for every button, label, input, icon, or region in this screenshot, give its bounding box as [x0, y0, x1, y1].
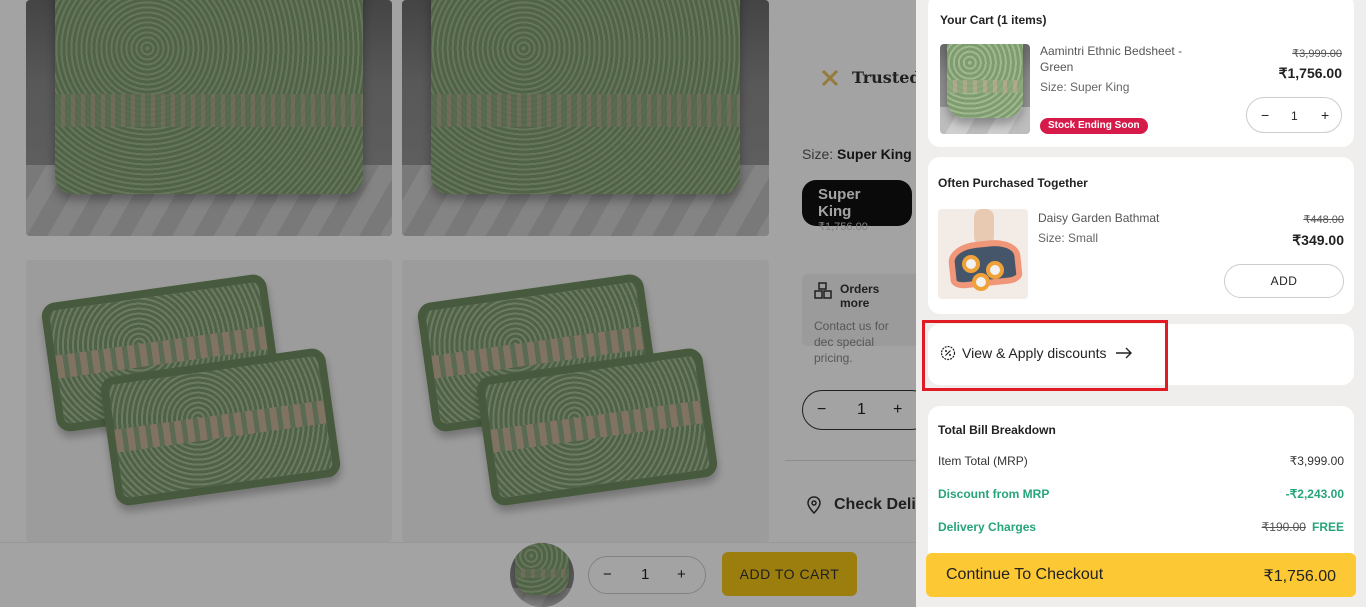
bill-row-value: ₹3,999.00 — [1289, 454, 1344, 468]
minus-icon[interactable]: − — [1261, 107, 1269, 123]
bill-row-delivery: Delivery Charges ₹190.00 FREE — [938, 520, 1344, 534]
upsell-item-price-old: ₹448.00 — [1303, 214, 1344, 226]
cart-item-image[interactable] — [940, 44, 1030, 134]
bill-title: Total Bill Breakdown — [938, 423, 1056, 437]
cart-item-quantity-stepper[interactable]: − 1 + — [1246, 97, 1342, 133]
checkout-total: ₹1,756.00 — [1263, 568, 1336, 585]
upsell-add-button[interactable]: ADD — [1224, 264, 1344, 298]
bill-row-label: Discount from MRP — [938, 487, 1050, 501]
upsell-item-name[interactable]: Daisy Garden Bathmat — [1038, 210, 1159, 226]
cart-item-size: Size: Super King — [1040, 80, 1130, 94]
often-purchased-card: Often Purchased Together Daisy Garden Ba… — [928, 157, 1354, 314]
bill-row-value: -₹2,243.00 — [1285, 487, 1344, 501]
highlight-box — [922, 320, 1168, 391]
continue-to-checkout-button[interactable]: Continue To Checkout ₹1,756.00 — [926, 553, 1356, 597]
upsell-item-image[interactable] — [938, 209, 1028, 299]
cart-title: Your Cart (1 items) — [940, 13, 1047, 27]
cart-item-price: ₹1,756.00 — [1278, 65, 1342, 81]
cart-item-quantity: 1 — [1291, 109, 1298, 123]
bill-row-discount: Discount from MRP -₹2,243.00 — [938, 487, 1344, 501]
cart-item-price-old: ₹3,999.00 — [1292, 48, 1342, 60]
checkout-label: Continue To Checkout — [946, 566, 1104, 583]
delivery-free-label: FREE — [1311, 520, 1344, 534]
stock-ending-badge: Stock Ending Soon — [1040, 118, 1148, 134]
cart-drawer: Your Cart (1 items) Aamintri Ethnic Beds… — [916, 0, 1366, 607]
plus-icon[interactable]: + — [1321, 107, 1329, 123]
bill-row-value-group: ₹190.00 FREE — [1262, 520, 1344, 534]
often-purchased-title: Often Purchased Together — [938, 176, 1088, 190]
delivery-old-price: ₹190.00 — [1261, 520, 1306, 534]
upsell-item-size: Size: Small — [1038, 231, 1099, 245]
drawer-overlay[interactable] — [0, 0, 916, 607]
bill-row-label: Item Total (MRP) — [938, 454, 1028, 468]
bill-row-item-total: Item Total (MRP) ₹3,999.00 — [938, 454, 1344, 468]
bill-breakdown-card: Total Bill Breakdown Item Total (MRP) ₹3… — [928, 406, 1354, 566]
cart-items-card: Your Cart (1 items) Aamintri Ethnic Beds… — [928, 0, 1354, 147]
cart-item-name[interactable]: Aamintri Ethnic Bedsheet - Green — [1040, 43, 1210, 75]
upsell-item-price: ₹349.00 — [1292, 232, 1344, 248]
bill-row-label: Delivery Charges — [938, 520, 1037, 534]
